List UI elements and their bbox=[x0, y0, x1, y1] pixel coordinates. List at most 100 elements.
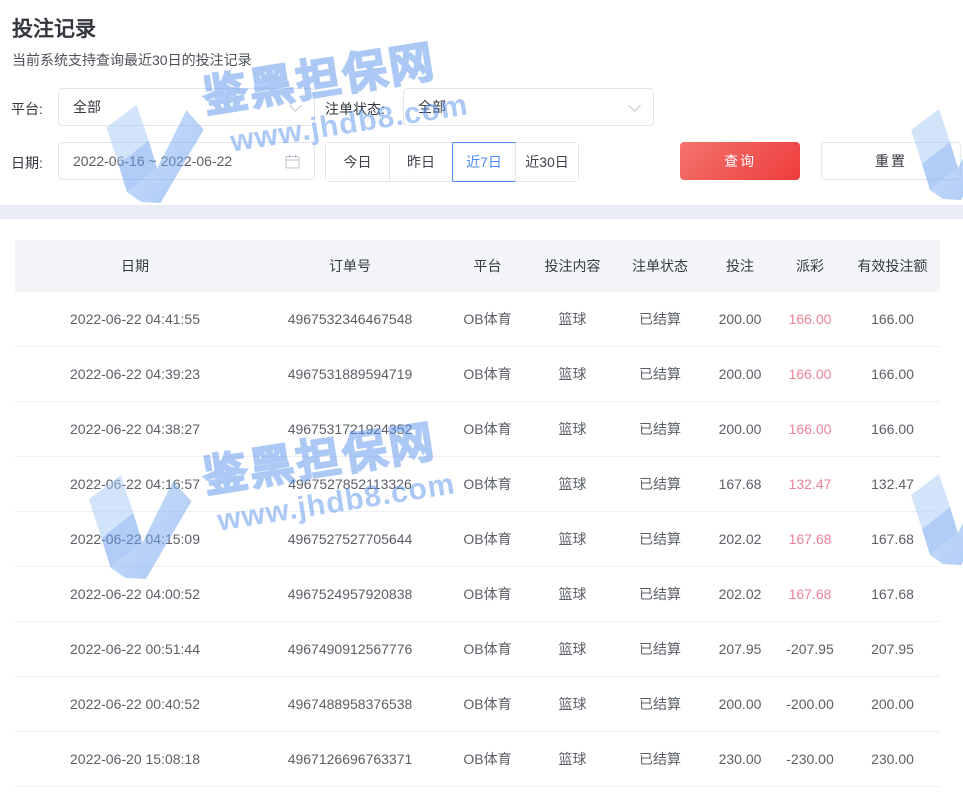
cell-date: 2022-06-22 04:38:27 bbox=[15, 402, 255, 457]
date-label: 日期: bbox=[11, 153, 43, 173]
cell-platform: OB体育 bbox=[445, 457, 530, 512]
cell-bet: 200.00 bbox=[705, 292, 775, 347]
cell-status: 已结算 bbox=[615, 622, 705, 677]
cell-valid: 166.00 bbox=[845, 347, 940, 402]
cell-valid: 200.00 bbox=[845, 677, 940, 732]
cell-payout: -230.00 bbox=[775, 732, 845, 787]
section-divider-band bbox=[0, 205, 963, 219]
cell-order: 4967531721924352 bbox=[255, 402, 445, 457]
cell-content: 篮球 bbox=[530, 292, 615, 347]
cell-bet: 230.00 bbox=[705, 732, 775, 787]
cell-order: 4967531889594719 bbox=[255, 347, 445, 402]
last7days-button[interactable]: 近7日 bbox=[452, 143, 515, 181]
cell-platform: OB体育 bbox=[445, 292, 530, 347]
cell-bet: 200.00 bbox=[705, 402, 775, 457]
col-header-payout: 派彩 bbox=[775, 240, 845, 292]
cell-bet: 200.00 bbox=[705, 347, 775, 402]
query-button[interactable]: 查询 bbox=[680, 142, 800, 180]
table-header-row: 日期 订单号 平台 投注内容 注单状态 投注 派彩 有效投注额 bbox=[15, 240, 940, 292]
cell-bet: 202.02 bbox=[705, 567, 775, 622]
cell-order: 4967490912567776 bbox=[255, 622, 445, 677]
chevron-down-icon bbox=[628, 99, 641, 112]
cell-platform: OB体育 bbox=[445, 402, 530, 457]
table-row: 2022-06-22 04:38:27 4967531721924352 OB体… bbox=[15, 402, 940, 457]
cell-status: 已结算 bbox=[615, 402, 705, 457]
table-row: 2022-06-22 04:00:52 4967524957920838 OB体… bbox=[15, 567, 940, 622]
cell-payout: 166.00 bbox=[775, 347, 845, 402]
status-label: 注单状态: bbox=[325, 99, 385, 119]
cell-content: 篮球 bbox=[530, 677, 615, 732]
cell-status: 已结算 bbox=[615, 457, 705, 512]
cell-content: 篮球 bbox=[530, 567, 615, 622]
cell-payout: -200.00 bbox=[775, 677, 845, 732]
last30days-button[interactable]: 近30日 bbox=[515, 143, 578, 181]
col-header-bet: 投注 bbox=[705, 240, 775, 292]
cell-valid: 167.68 bbox=[845, 567, 940, 622]
cell-payout: 167.68 bbox=[775, 567, 845, 622]
cell-date: 2022-06-22 04:16:57 bbox=[15, 457, 255, 512]
cell-status: 已结算 bbox=[615, 567, 705, 622]
cell-date: 2022-06-22 04:41:55 bbox=[15, 292, 255, 347]
cell-valid: 167.68 bbox=[845, 512, 940, 567]
cell-order: 4967126696763371 bbox=[255, 732, 445, 787]
table-row: 2022-06-22 04:39:23 4967531889594719 OB体… bbox=[15, 347, 940, 402]
table-row: 2022-06-22 00:40:52 4967488958376538 OB体… bbox=[15, 677, 940, 732]
cell-content: 篮球 bbox=[530, 732, 615, 787]
cell-payout: 132.47 bbox=[775, 457, 845, 512]
cell-order: 4967527852113326 bbox=[255, 457, 445, 512]
cell-date: 2022-06-22 04:39:23 bbox=[15, 347, 255, 402]
date-range-input[interactable]: 2022-06-16 ~ 2022-06-22 bbox=[58, 142, 315, 180]
table-row: 2022-06-22 00:51:44 4967490912567776 OB体… bbox=[15, 622, 940, 677]
cell-date: 2022-06-20 15:08:18 bbox=[15, 732, 255, 787]
cell-platform: OB体育 bbox=[445, 567, 530, 622]
cell-order: 4967524957920838 bbox=[255, 567, 445, 622]
cell-payout: 166.00 bbox=[775, 292, 845, 347]
cell-bet: 202.02 bbox=[705, 512, 775, 567]
platform-label: 平台: bbox=[11, 99, 43, 119]
page-title: 投注记录 bbox=[12, 13, 96, 43]
cell-status: 已结算 bbox=[615, 292, 705, 347]
cell-bet: 207.95 bbox=[705, 622, 775, 677]
cell-bet: 167.68 bbox=[705, 457, 775, 512]
cell-content: 篮球 bbox=[530, 457, 615, 512]
cell-bet: 200.00 bbox=[705, 677, 775, 732]
date-quick-filter-group: 今日 昨日 近7日 近30日 bbox=[325, 142, 579, 182]
table-row: 2022-06-22 04:16:57 4967527852113326 OB体… bbox=[15, 457, 940, 512]
chevron-down-icon bbox=[289, 99, 302, 112]
reset-button[interactable]: 重置 bbox=[821, 142, 961, 180]
cell-order: 4967532346467548 bbox=[255, 292, 445, 347]
cell-content: 篮球 bbox=[530, 402, 615, 457]
cell-status: 已结算 bbox=[615, 732, 705, 787]
cell-platform: OB体育 bbox=[445, 347, 530, 402]
calendar-icon[interactable] bbox=[285, 154, 300, 169]
cell-order: 4967527527705644 bbox=[255, 512, 445, 567]
cell-valid: 166.00 bbox=[845, 292, 940, 347]
platform-select-value: 全部 bbox=[73, 97, 101, 117]
cell-valid: 166.00 bbox=[845, 402, 940, 457]
cell-platform: OB体育 bbox=[445, 622, 530, 677]
cell-date: 2022-06-22 00:51:44 bbox=[15, 622, 255, 677]
status-select-value: 全部 bbox=[418, 97, 446, 117]
table-row: 2022-06-22 04:15:09 4967527527705644 OB体… bbox=[15, 512, 940, 567]
yesterday-button[interactable]: 昨日 bbox=[389, 143, 452, 181]
cell-platform: OB体育 bbox=[445, 512, 530, 567]
platform-select[interactable]: 全部 bbox=[58, 88, 315, 126]
col-header-content: 投注内容 bbox=[530, 240, 615, 292]
table-row: 2022-06-20 15:08:18 4967126696763371 OB体… bbox=[15, 732, 940, 787]
cell-content: 篮球 bbox=[530, 512, 615, 567]
col-header-platform: 平台 bbox=[445, 240, 530, 292]
cell-payout: -207.95 bbox=[775, 622, 845, 677]
today-button[interactable]: 今日 bbox=[326, 143, 389, 181]
col-header-order: 订单号 bbox=[255, 240, 445, 292]
cell-date: 2022-06-22 04:00:52 bbox=[15, 567, 255, 622]
cell-content: 篮球 bbox=[530, 347, 615, 402]
cell-status: 已结算 bbox=[615, 512, 705, 567]
cell-valid: 132.47 bbox=[845, 457, 940, 512]
col-header-valid: 有效投注额 bbox=[845, 240, 940, 292]
table-row: 2022-06-22 04:41:55 4967532346467548 OB体… bbox=[15, 292, 940, 347]
cell-valid: 230.00 bbox=[845, 732, 940, 787]
cell-platform: OB体育 bbox=[445, 677, 530, 732]
status-select[interactable]: 全部 bbox=[403, 88, 654, 126]
cell-content: 篮球 bbox=[530, 622, 615, 677]
cell-date: 2022-06-22 04:15:09 bbox=[15, 512, 255, 567]
